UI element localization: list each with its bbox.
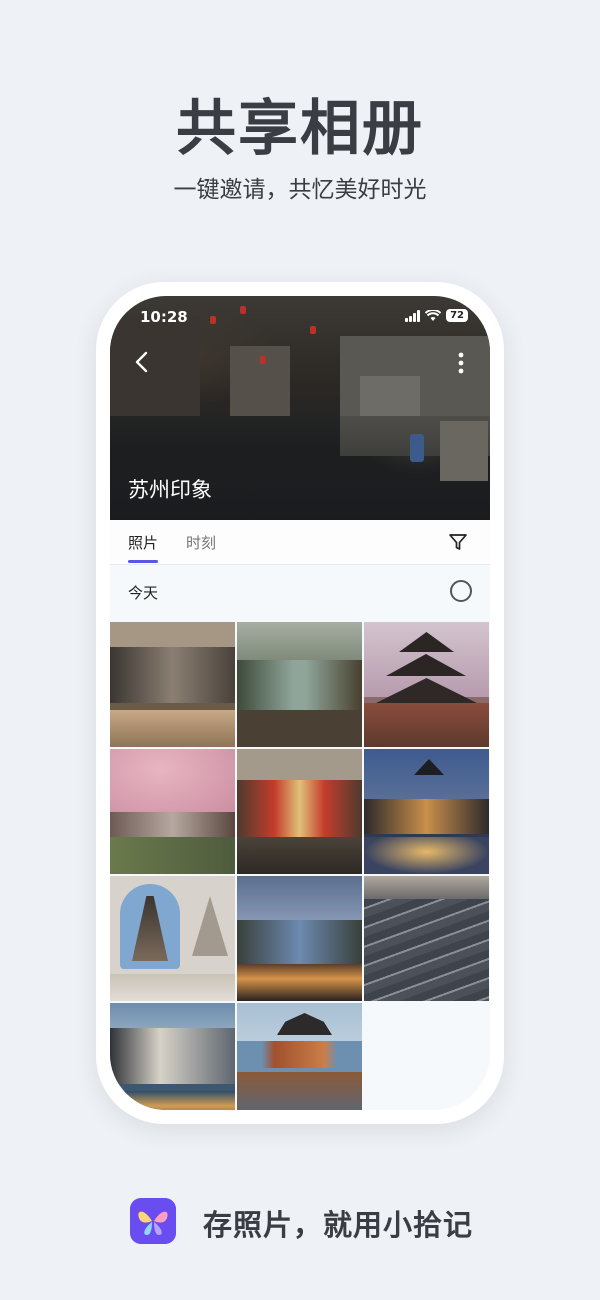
photo-thumbnail[interactable] [237,876,362,1001]
section-date: 今天 [128,584,159,602]
album-title: 苏州印象 [128,478,212,502]
photo-thumbnail[interactable] [110,749,235,874]
tab-photos[interactable]: 照片 [128,532,158,553]
photo-thumbnail[interactable] [364,876,489,1001]
status-time: 10:28 [140,308,188,326]
active-tab-indicator [128,560,158,563]
select-circle-icon[interactable] [450,580,472,602]
album-tabs: 照片 时刻 [110,520,490,565]
photo-thumbnail[interactable] [237,1003,362,1110]
promo-headline: 共享相册 [176,94,424,164]
status-bar: 10:28 72 [140,308,468,328]
butterfly-logo-icon [130,1198,176,1244]
phone-mockup: 10:28 72 苏州印象 照片 时刻 今天 [96,282,504,1124]
filter-icon[interactable] [448,532,468,552]
photo-thumbnail[interactable] [364,622,489,747]
photo-thumbnail[interactable] [364,749,489,874]
photo-thumbnail[interactable] [110,1003,235,1110]
promo-footer-text: 存照片，就用小拾记 [203,1208,474,1242]
photo-grid [110,622,490,1110]
photo-thumbnail[interactable] [110,622,235,747]
chevron-left-icon[interactable] [132,350,152,374]
photo-thumbnail[interactable] [237,622,362,747]
tab-moments[interactable]: 时刻 [186,532,216,553]
photo-thumbnail[interactable] [237,749,362,874]
photo-thumbnail[interactable] [110,876,235,1001]
promo-subline: 一键邀请，共忆美好时光 [173,177,427,203]
phone-screen: 10:28 72 苏州印象 照片 时刻 今天 [110,296,490,1110]
signal-icon [405,309,421,322]
battery-indicator: 72 [446,309,468,322]
more-vertical-icon[interactable] [458,352,464,374]
date-section-header: 今天 [110,566,490,616]
wifi-icon [425,309,442,321]
